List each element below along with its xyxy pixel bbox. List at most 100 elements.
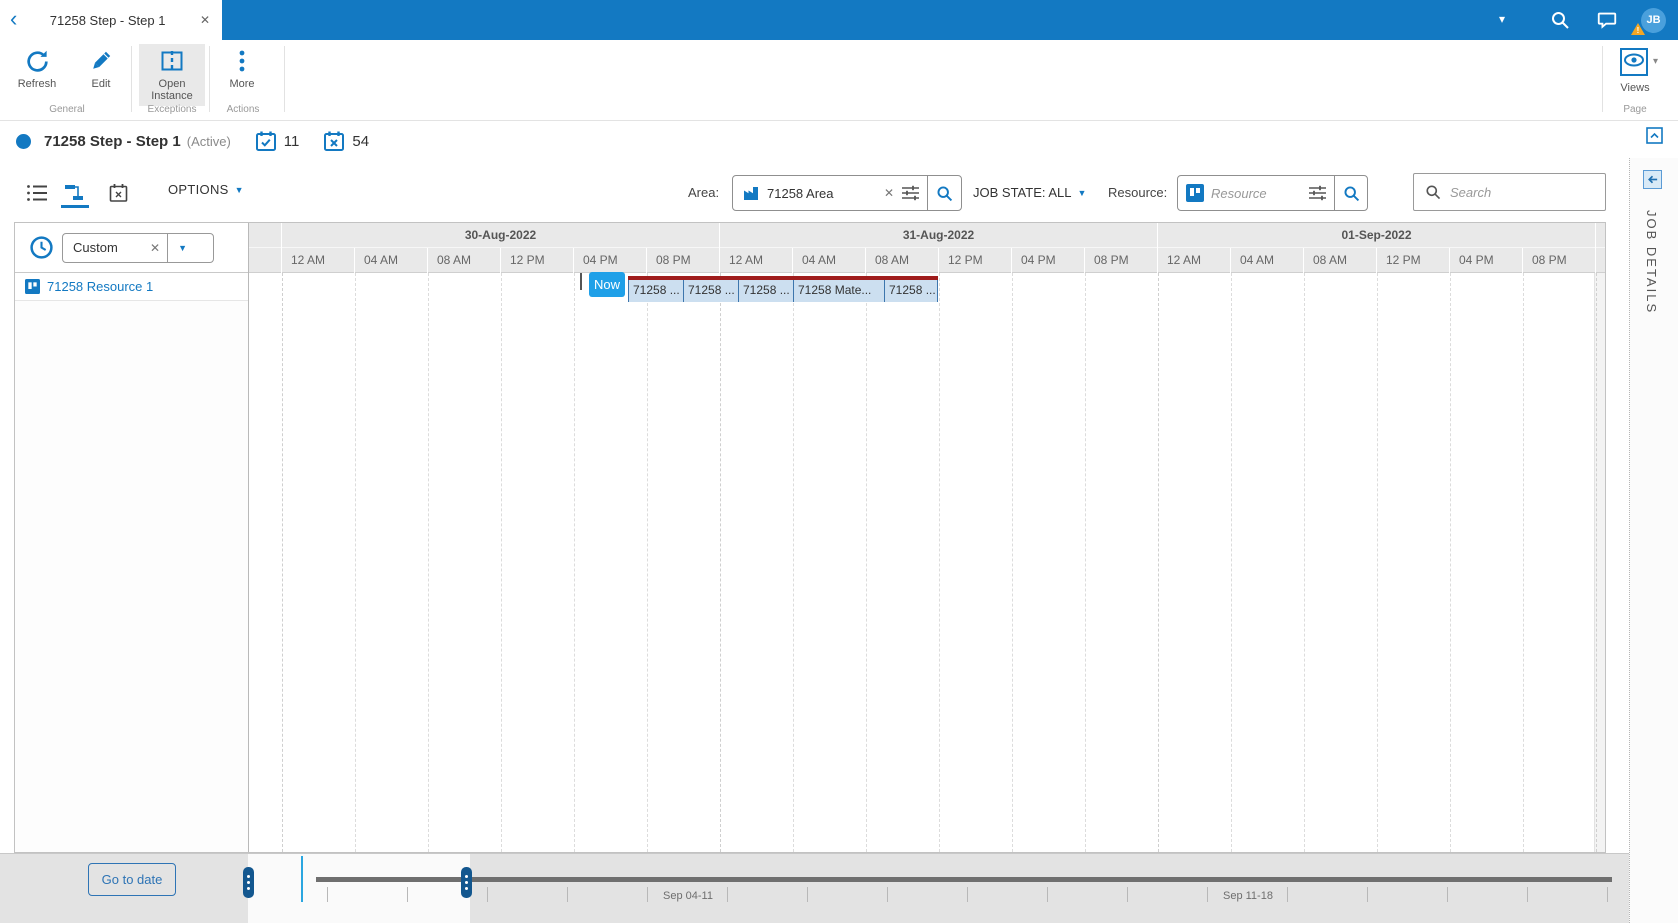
hour-header-cell: 08 PM (647, 248, 720, 273)
gantt-chart: 30-Aug-2022 31-Aug-2022 01-Sep-2022 12 AM 0… (249, 223, 1605, 852)
minimap-left-handle[interactable] (243, 867, 254, 898)
gridline (355, 273, 356, 852)
range-caret-icon: ▼ (178, 242, 188, 253)
filter-bar: OPTIONS ▼ Area: ✕ JOB STATE: ALL ▼ Resourc… (0, 165, 1678, 213)
go-to-date-button[interactable]: Go to date (88, 863, 176, 896)
more-button[interactable]: More (213, 44, 271, 106)
status-state: (Active) (186, 133, 231, 149)
job-bar[interactable]: 71258 ... (738, 280, 793, 302)
day-header-cell: 30-Aug-2022 (282, 223, 720, 248)
resource-filter-sliders-icon[interactable] (1308, 184, 1327, 202)
search-input[interactable] (1450, 184, 1605, 200)
options-button[interactable]: OPTIONS ▼ (168, 182, 244, 197)
hour-header-cell: 04 AM (355, 248, 428, 273)
search-box[interactable] (1413, 173, 1606, 211)
scheduled-count: 11 (283, 132, 300, 150)
minimap-selection-window[interactable] (248, 854, 470, 923)
minimap-tick (567, 887, 568, 902)
resource-icon (25, 279, 40, 294)
job-bar[interactable]: 71258 ... (884, 280, 938, 302)
range-preset-input[interactable] (63, 240, 143, 255)
gridline (647, 273, 648, 852)
status-dot-icon (16, 133, 31, 149)
day-header-row: 30-Aug-2022 31-Aug-2022 01-Sep-2022 (249, 223, 1605, 248)
page-title: 71258 Step - Step 1 (44, 132, 181, 150)
area-filter-combo[interactable]: ✕ (732, 175, 962, 211)
job-state-filter[interactable]: JOB STATE: ALL ▼ (973, 185, 1086, 200)
back-icon[interactable]: ‹ (0, 8, 27, 31)
area-search-button[interactable] (928, 176, 961, 210)
views-label: Views (1620, 82, 1650, 94)
job-bar[interactable]: 71258 Mate... (793, 280, 884, 302)
ribbon-separator (209, 46, 210, 112)
range-dropdown-button[interactable]: ▼ (167, 233, 197, 262)
more-dots-icon (229, 44, 255, 78)
hour-header-cell: 12 PM (501, 248, 574, 273)
gridline (574, 273, 575, 852)
expand-panel-icon[interactable] (1643, 170, 1662, 189)
avatar[interactable]: JB (1641, 8, 1666, 33)
tab-close-icon[interactable]: ✕ (188, 13, 222, 27)
open-instance-icon (159, 44, 185, 78)
search-icon (1424, 183, 1442, 201)
job-bar[interactable]: 71258 ... (628, 280, 683, 302)
gantt-body: Now 71258 ... 71258 ... 71258 ... 71258 Mat… (249, 272, 1605, 852)
minimap-tick (807, 887, 808, 902)
area-label: Area: (688, 185, 720, 200)
job-details-title: JOB DETAILS (1644, 210, 1659, 315)
hour-header-cell: 12 AM (282, 248, 355, 273)
header-stub (249, 248, 282, 273)
gridline (793, 273, 794, 852)
gantt-container: ✕ ▼ 71258 Resource 1 30-Aug-202231-Aug-2… (14, 222, 1606, 853)
minimap-week-label: Sep 11-18 (1223, 890, 1273, 902)
area-input[interactable] (767, 185, 877, 201)
open-instance-button[interactable]: Open Instance (139, 44, 205, 106)
job-state-label: JOB STATE: ALL (973, 185, 1072, 200)
gantt-left-panel: ✕ ▼ 71258 Resource 1 (15, 223, 249, 852)
resource-input[interactable] (1211, 185, 1308, 201)
resource-filter-combo[interactable] (1177, 175, 1368, 211)
gridline (1377, 273, 1378, 852)
global-search-icon[interactable] (1549, 9, 1571, 36)
job-bar[interactable]: 71258 ... (683, 280, 738, 302)
area-filter-sliders-icon[interactable] (901, 184, 920, 202)
hour-header-cell: 04 AM (1231, 248, 1304, 273)
chat-icon[interactable] (1596, 9, 1618, 36)
calendar-view-icon[interactable] (109, 183, 128, 208)
refresh-icon (24, 44, 51, 78)
eye-icon (1623, 52, 1645, 73)
refresh-button[interactable]: Refresh (8, 44, 66, 106)
topbar-dropdown-icon[interactable]: ▾ (1499, 12, 1505, 26)
collapse-ribbon-icon[interactable] (1646, 127, 1663, 149)
range-preset-combo[interactable]: ✕ ▼ (62, 232, 214, 263)
minimap-tick (1527, 887, 1528, 902)
resource-search-button[interactable] (1335, 176, 1367, 210)
gridline (501, 273, 502, 852)
gridline (428, 273, 429, 852)
edit-button[interactable]: Edit (72, 44, 130, 106)
active-tab[interactable]: ‹ 71258 Step - Step 1 ✕ (0, 0, 222, 40)
area-clear-icon[interactable]: ✕ (884, 186, 894, 200)
minimap-range-bar[interactable] (316, 877, 1612, 882)
gridline (1596, 273, 1597, 852)
list-view-icon[interactable] (26, 183, 48, 208)
top-bar: ‹ 71258 Step - Step 1 ✕ ▾ JB ! (0, 0, 1678, 40)
job-state-caret-icon: ▼ (1077, 188, 1087, 198)
range-clear-icon[interactable]: ✕ (150, 241, 160, 255)
resource-row[interactable]: 71258 Resource 1 (15, 273, 248, 301)
views-caret-icon[interactable]: ▾ (1653, 56, 1658, 67)
ribbon: Refresh Edit Open Instance More General … (0, 40, 1678, 121)
more-label: More (229, 78, 255, 90)
hour-header-cell: 08 AM (866, 248, 939, 273)
resource-link[interactable]: 71258 Resource 1 (47, 279, 153, 294)
hour-header-cell: 12 AM (1158, 248, 1231, 273)
views-button[interactable] (1620, 48, 1648, 76)
hour-header-row: 12 AM 04 AM 08 AM 12 PM 04 PM 08 PM 12 AM 04 AM… (249, 248, 1605, 273)
options-label: OPTIONS (168, 182, 229, 197)
resource-icon (1186, 184, 1204, 202)
hour-header-cell: 04 AM (793, 248, 866, 273)
gridline (1085, 273, 1086, 852)
now-badge: Now (589, 272, 625, 297)
minimap-tick (407, 887, 408, 902)
minimap-right-handle[interactable] (461, 867, 472, 898)
